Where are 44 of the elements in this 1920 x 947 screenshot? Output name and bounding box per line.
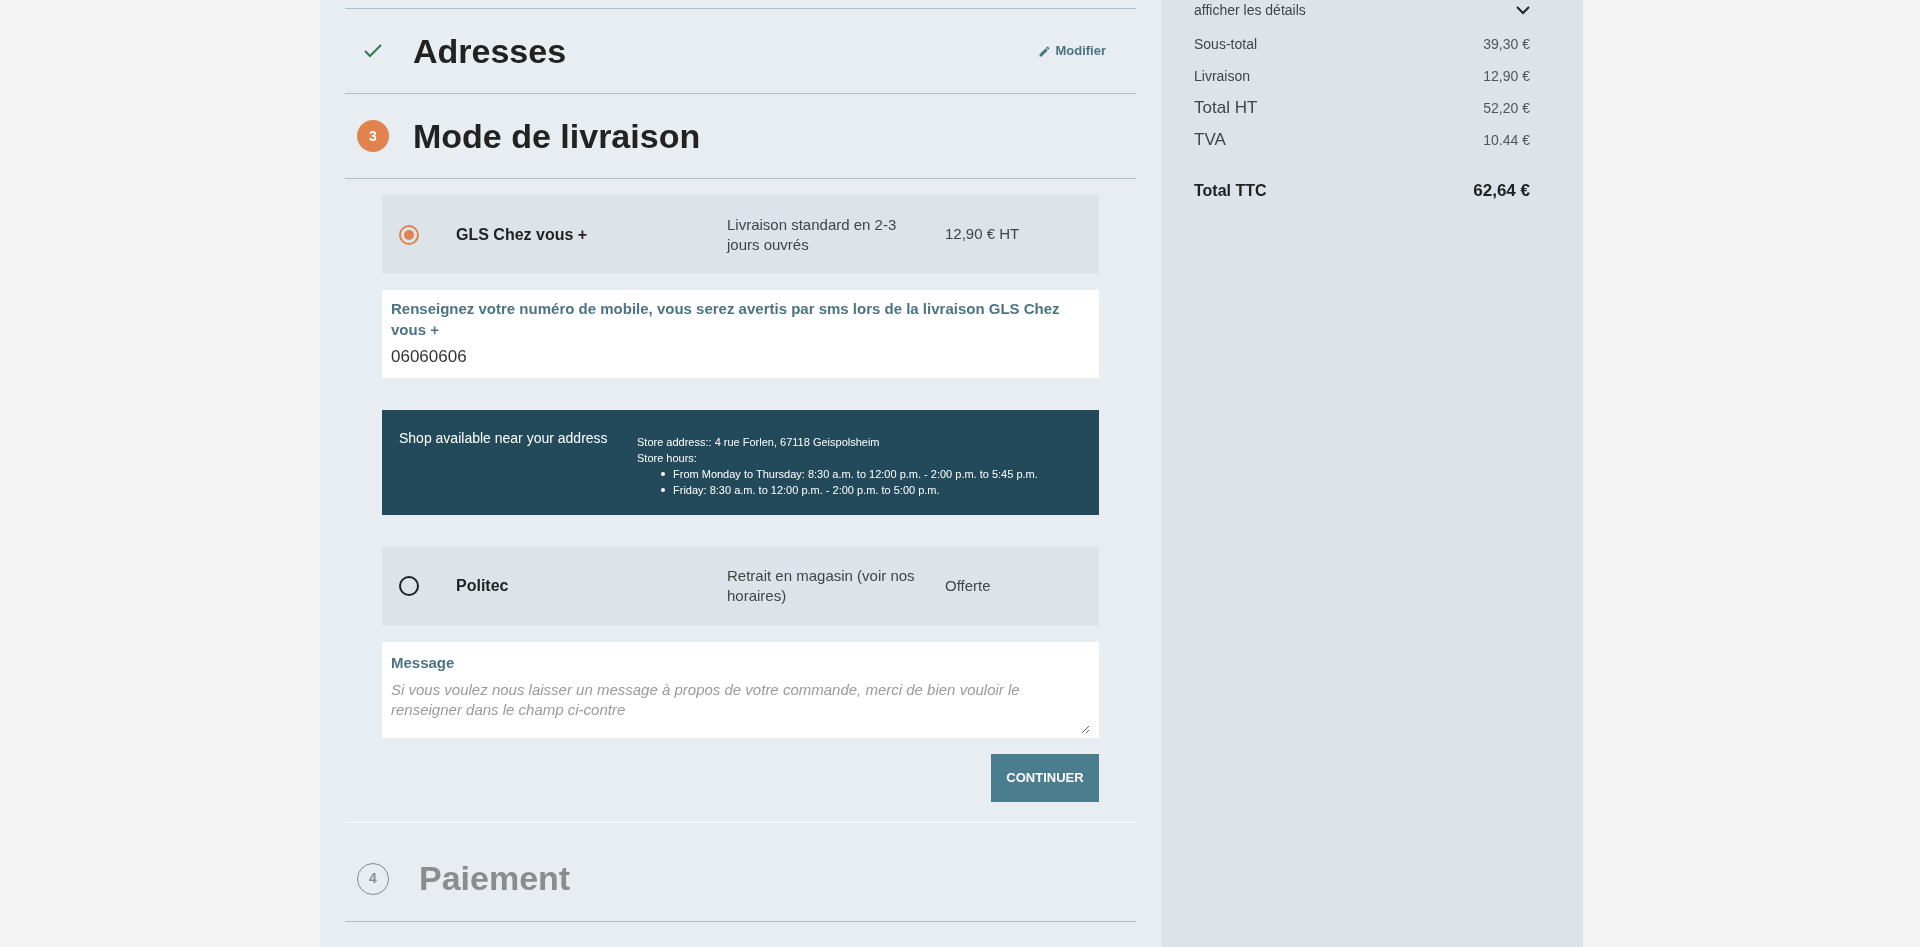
carrier-description: Retrait en magasin (voir nos horaires) <box>727 566 916 606</box>
carrier-price: 12,90 € HT <box>945 224 1020 245</box>
summary-value: 52,20 € <box>1483 98 1530 118</box>
summary-label: Livraison <box>1194 66 1251 86</box>
step-title: Adresses <box>413 30 567 72</box>
phone-field[interactable]: Renseignez votre numéro de mobile, vous serez avertis par sms lors de la livraison GLS Chez vous + 06060606 <box>382 290 1099 378</box>
store-hours: From Monday to Thursday: 8:30 a.m. to 12:00 p.m. - 2:00 p.m. to 5:45 p.m. <box>673 466 1038 482</box>
carrier-name: GLS Chez vous + <box>456 224 589 245</box>
step-title: Paiement <box>419 858 571 899</box>
pencil-icon <box>1038 44 1052 58</box>
chevron-down-icon <box>1516 5 1530 15</box>
summary-value: 12,90 € <box>1483 66 1530 86</box>
check-icon <box>363 43 383 59</box>
summary-value: 10.44 € <box>1483 130 1530 150</box>
field-label: Message <box>391 652 456 673</box>
edit-link[interactable]: Modifier <box>1038 41 1106 61</box>
summary-label: TVA <box>1194 129 1226 152</box>
continue-button[interactable]: CONTINUER <box>991 753 1099 802</box>
delivery-option[interactable]: Politec Retrait en magasin (voir nos horaires) Offerte <box>382 546 1099 626</box>
carrier-price: Offerte <box>945 575 991 596</box>
bullet-icon <box>661 487 665 492</box>
radio-button[interactable] <box>399 576 419 596</box>
bullet-icon <box>661 471 665 476</box>
field-label: Renseignez votre numéro de mobile, vous serez avertis par sms lors de la livraison GLS Chez vous + <box>391 299 1061 340</box>
summary-label: Total HT <box>1194 97 1258 120</box>
details-toggle[interactable]: afficher les détails <box>1194 2 1550 18</box>
notice-title: Shop available near your address <box>399 428 609 448</box>
summary-label: Sous-total <box>1194 34 1258 54</box>
hours-label: Store hours: <box>637 450 698 466</box>
delivery-option[interactable]: GLS Chez vous + Livraison standard en 2-3 jours ouvrés 12,90 € HT <box>382 195 1099 274</box>
store-address: Store address:: 4 rue Forlen, 67118 Geispolsheim <box>637 434 881 450</box>
summary-value: 39,30 € <box>1483 34 1530 54</box>
total-label: Total TTC <box>1194 180 1267 201</box>
phone-input[interactable]: 06060606 <box>391 344 1090 370</box>
radio-button[interactable] <box>399 224 419 245</box>
message-field[interactable]: Message Si vous voulez nous laisser un message à propos de votre commande, merci de bien vouloir le renseigner dans le champ ci-contre <box>382 641 1099 738</box>
step-number: 3 <box>357 120 389 152</box>
total-value: 62,64 € <box>1473 180 1530 202</box>
carrier-name: Politec <box>456 576 510 596</box>
store-hours: Friday: 8:30 a.m. to 12:00 p.m. - 2:00 p.m. to 5:00 p.m. <box>673 482 940 498</box>
carrier-description: Livraison standard en 2-3 jours ouvrés <box>727 214 898 255</box>
message-input[interactable]: Si vous voulez nous laisser un message à propos de votre commande, merci de bien vouloir le renseigner dans le champ ci-contre <box>391 680 1090 734</box>
step-title: Mode de livraison <box>413 115 701 157</box>
toggle-label: afficher les détails <box>1194 3 1306 17</box>
